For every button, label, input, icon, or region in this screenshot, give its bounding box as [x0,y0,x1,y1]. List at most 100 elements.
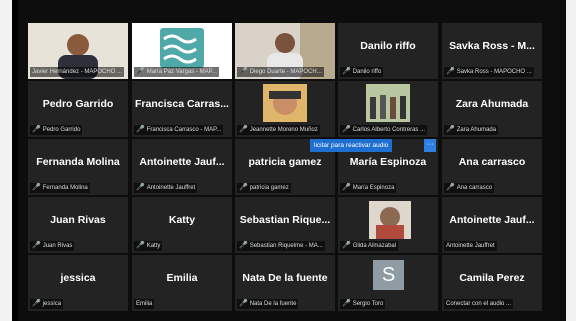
participant-tile[interactable]: 🎤 María Paz Vargas - MAP... [132,23,232,79]
participant-label-text: Carlos Alberto Contreras ... [352,127,426,133]
participant-name: Nata De la fuente [242,272,328,284]
mic-muted-icon: 🎤 [32,184,41,191]
participant-label: 🎤 jessica [30,299,64,309]
participant-tile[interactable]: Fernanda Molina 🎤 Fernanda Molina [28,139,128,195]
participant-name: Fernanda Molina [36,156,120,168]
participant-name: patricia gamez [248,156,322,168]
participant-label-text: Katty [146,243,161,249]
participant-label: 🎤 Pedro Garrido [30,125,83,135]
mic-muted-icon: 🎤 [136,126,145,133]
participant-tile[interactable]: Zara Ahumada 🎤 Zara Ahumada [442,81,542,137]
participant-name: Antoinette Jauf... [449,214,535,226]
participant-name: Katty [168,214,196,226]
left-divider [12,0,18,321]
participant-label: Emilia [134,299,155,309]
mic-muted-icon: 🎤 [342,68,351,75]
mic-muted-icon: 🎤 [136,184,145,191]
mic-muted-icon: 🎤 [342,242,351,249]
participant-label: 🎤 Glida Almazabal [340,241,399,251]
participant-tile[interactable]: Camila Perez Conectar con el audio ... [442,255,542,311]
participant-label: 🎤 Danilo riffo [340,67,384,77]
participant-name: Zara Ahumada [455,98,529,110]
participant-label-text: Savka Ross - MAPOCHO ... [456,69,532,75]
participant-label: Conectar con el audio ... [444,299,514,309]
participant-label-text: Ana carrasco [456,185,493,191]
participant-label-text: Javier Hernández - MAPOCHO ... [32,69,123,75]
participant-label: 🎤 Diego Duarte - MAPOCH... [237,67,324,77]
mic-muted-icon: 🎤 [136,242,145,249]
participant-label: 🎤 Carlos Alberto Contreras ... [340,125,428,135]
participant-tile[interactable]: Nata De la fuente 🎤 Nata De la fuente [235,255,335,311]
participant-name: jessica [60,272,96,284]
participant-tile[interactable]: Antoinette Jauf... 🎤 Antoinette Jauffret [132,139,232,195]
participant-tile[interactable]: Francisca Carras... 🎤 Francisca Carrasco -… [132,81,232,137]
participant-label-text: Nata De la fuente [249,301,297,307]
participant-label: 🎤 Fernanda Molina [30,183,90,193]
mic-muted-icon: 🎤 [32,126,41,133]
participant-name: Pedro Garrido [42,98,114,110]
participant-label-text: Antoinette Jauffret [446,243,495,249]
participant-label-text: Antoinette Jauffret [146,185,196,191]
participant-tile[interactable]: Juan Rivas 🎤 Juan Rivas [28,197,128,253]
tooltip-more-button[interactable]: ··· [424,139,436,152]
participant-tile[interactable]: Ana carrasco 🎤 Ana carrasco [442,139,542,195]
participant-tile[interactable]: 🎤 Carlos Alberto Contreras ... [338,81,438,137]
participant-label-text: María Paz Vargas - MAP... [146,69,217,75]
participant-label-text: Emilia [136,301,153,307]
participant-label-text: patricia gamez [249,185,289,191]
participant-label: 🎤 Juan Rivas [30,241,75,251]
mic-muted-icon: 🎤 [239,126,248,133]
participant-label-text: Conectar con el audio ... [446,301,512,307]
participant-tile[interactable]: Antoinette Jauf... Antoinette Jauffret [442,197,542,253]
mic-muted-icon: 🎤 [32,242,41,249]
participant-label-text: Diego Duarte - MAPOCH... [249,69,322,75]
participant-tile[interactable]: Sebastian Rique... 🎤 Sebastian Riquelme - … [235,197,335,253]
participant-tile[interactable]: Emilia Emilia [132,255,232,311]
participant-label: 🎤 Francisca Carrasco - MAP... [134,125,224,135]
participant-name: Antoinette Jauf... [139,156,225,168]
participant-tile[interactable]: Javier Hernández - MAPOCHO ... [28,23,128,79]
participant-tile[interactable]: Pedro Garrido 🎤 Pedro Garrido [28,81,128,137]
participant-label-text: Zara Ahumada [456,127,497,133]
participant-label: 🎤 patricia gamez [237,183,291,193]
participant-label-text: Juan Rivas [42,243,73,249]
unmute-request-tooltip[interactable]: licitar para reactivar audio [310,139,393,152]
participant-label: Javier Hernández - MAPOCHO ... [30,67,125,77]
left-edge [0,0,12,321]
participant-label: 🎤 Ana carrasco [444,183,495,193]
participant-name: Savka Ross - M... [449,40,535,52]
mic-muted-icon: 🎤 [32,300,41,307]
participant-label-text: Fernanda Molina [42,185,88,191]
mic-muted-icon: 🎤 [342,300,351,307]
participant-label-text: Sebastian Riquelme - MA... [249,243,323,249]
participant-label-text: jessica [42,301,62,307]
participant-label: 🎤 María Paz Vargas - MAP... [134,67,219,77]
participant-label: 🎤 Sergio Toro [340,299,386,309]
participant-tile[interactable]: Katty 🎤 Katty [132,197,232,253]
participant-label-text: Sergio Toro [352,301,384,307]
participant-label-text: María Espinoza [352,185,395,191]
participant-grid: Javier Hernández - MAPOCHO ... 🎤 María Paz… [28,20,542,311]
mic-muted-icon: 🎤 [239,68,248,75]
participant-name: Francisca Carras... [135,98,229,110]
participant-label: 🎤 María Espinoza [340,183,397,193]
mic-muted-icon: 🎤 [239,300,248,307]
participant-label: 🎤 Nata De la fuente [237,299,299,309]
mic-muted-icon: 🎤 [342,126,351,133]
participant-name: María Espinoza [349,156,427,168]
participant-name: Camila Perez [459,272,525,284]
participant-label: 🎤 Zara Ahumada [444,125,499,135]
participant-label-text: Danilo riffo [352,69,382,75]
participant-label-text: Jeannette Moreno Muñoz [249,127,318,133]
participant-label: 🎤 Savka Ross - MAPOCHO ... [444,67,534,77]
participant-tile[interactable]: Danilo riffo 🎤 Danilo riffo [338,23,438,79]
participant-tile[interactable]: jessica 🎤 jessica [28,255,128,311]
participant-label: 🎤 Katty [134,241,163,251]
mic-muted-icon: 🎤 [446,126,455,133]
participant-tile[interactable]: 🎤 Glida Almazabal [338,197,438,253]
participant-tile[interactable]: Savka Ross - M... 🎤 Savka Ross - MAPOCHO .… [442,23,542,79]
participant-tile[interactable]: 🎤 Jeannette Moreno Muñoz [235,81,335,137]
participant-tile[interactable]: 🎤 Diego Duarte - MAPOCH... [235,23,335,79]
participant-tile[interactable]: S 🎤 Sergio Toro [338,255,438,311]
participant-label: 🎤 Antoinette Jauffret [134,183,198,193]
